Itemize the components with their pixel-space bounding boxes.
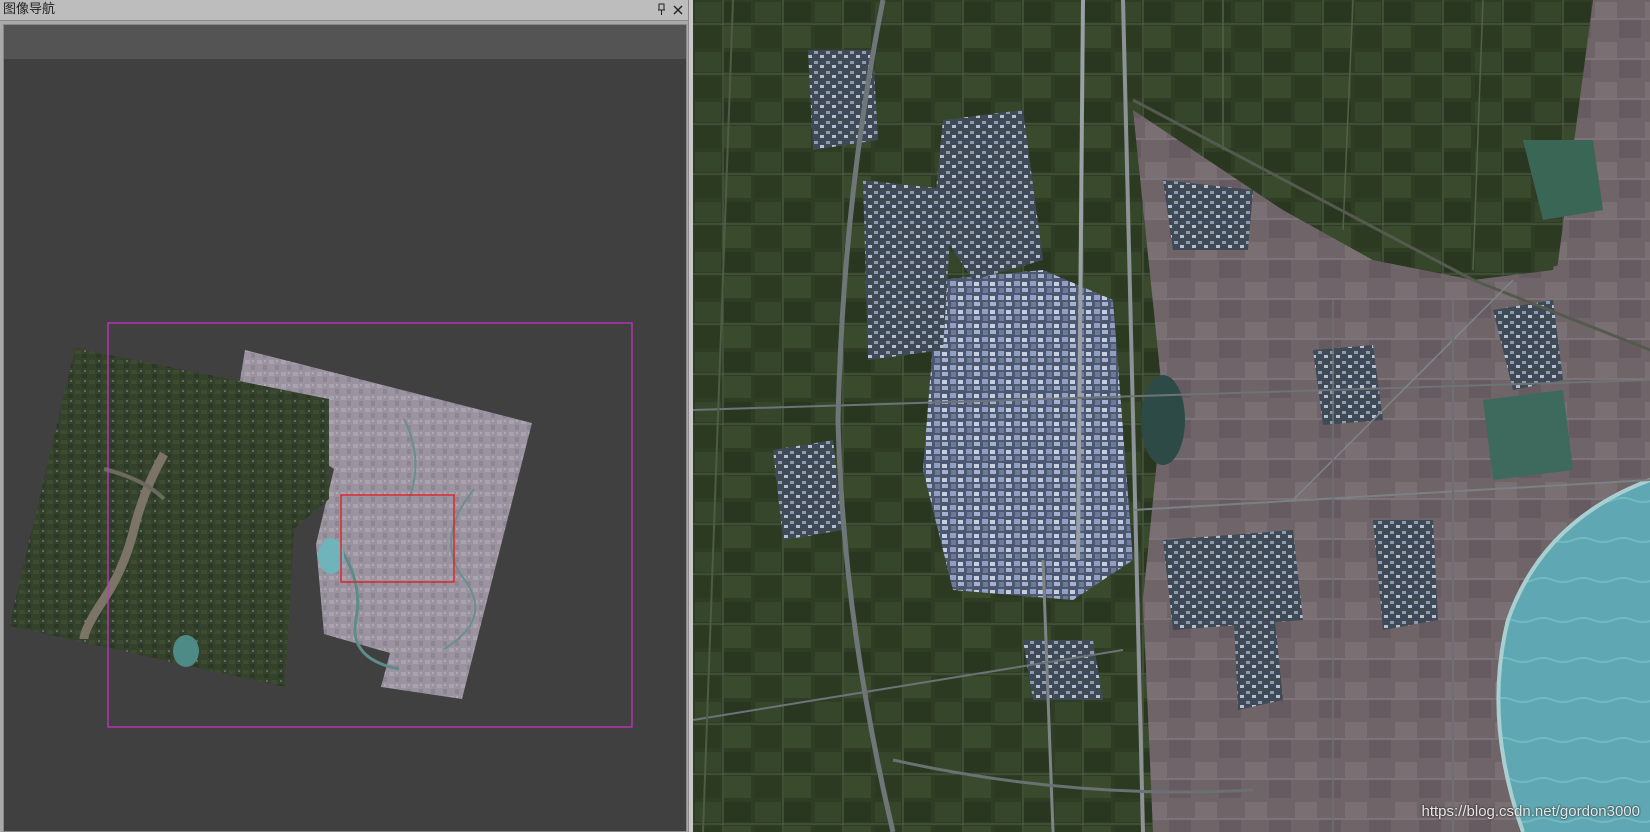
watermark-url: https://blog.csdn.net/gordon3000 [1421, 803, 1641, 820]
panel-title: 图像导航 [3, 2, 56, 17]
close-icon[interactable] [672, 2, 684, 17]
pin-icon[interactable] [656, 2, 668, 17]
panel-titlebar[interactable]: 图像导航 [0, 0, 688, 21]
image-navigator-panel: 图像导航 [0, 0, 688, 832]
overview-canvas[interactable] [4, 59, 686, 831]
satellite-image [693, 0, 1650, 832]
overview-scene-west [9, 348, 329, 687]
main-image-view[interactable]: https://blog.csdn.net/gordon3000 [693, 0, 1650, 832]
navigator-toolbar [4, 25, 686, 59]
lake [318, 538, 344, 574]
navigator-body [3, 24, 687, 832]
